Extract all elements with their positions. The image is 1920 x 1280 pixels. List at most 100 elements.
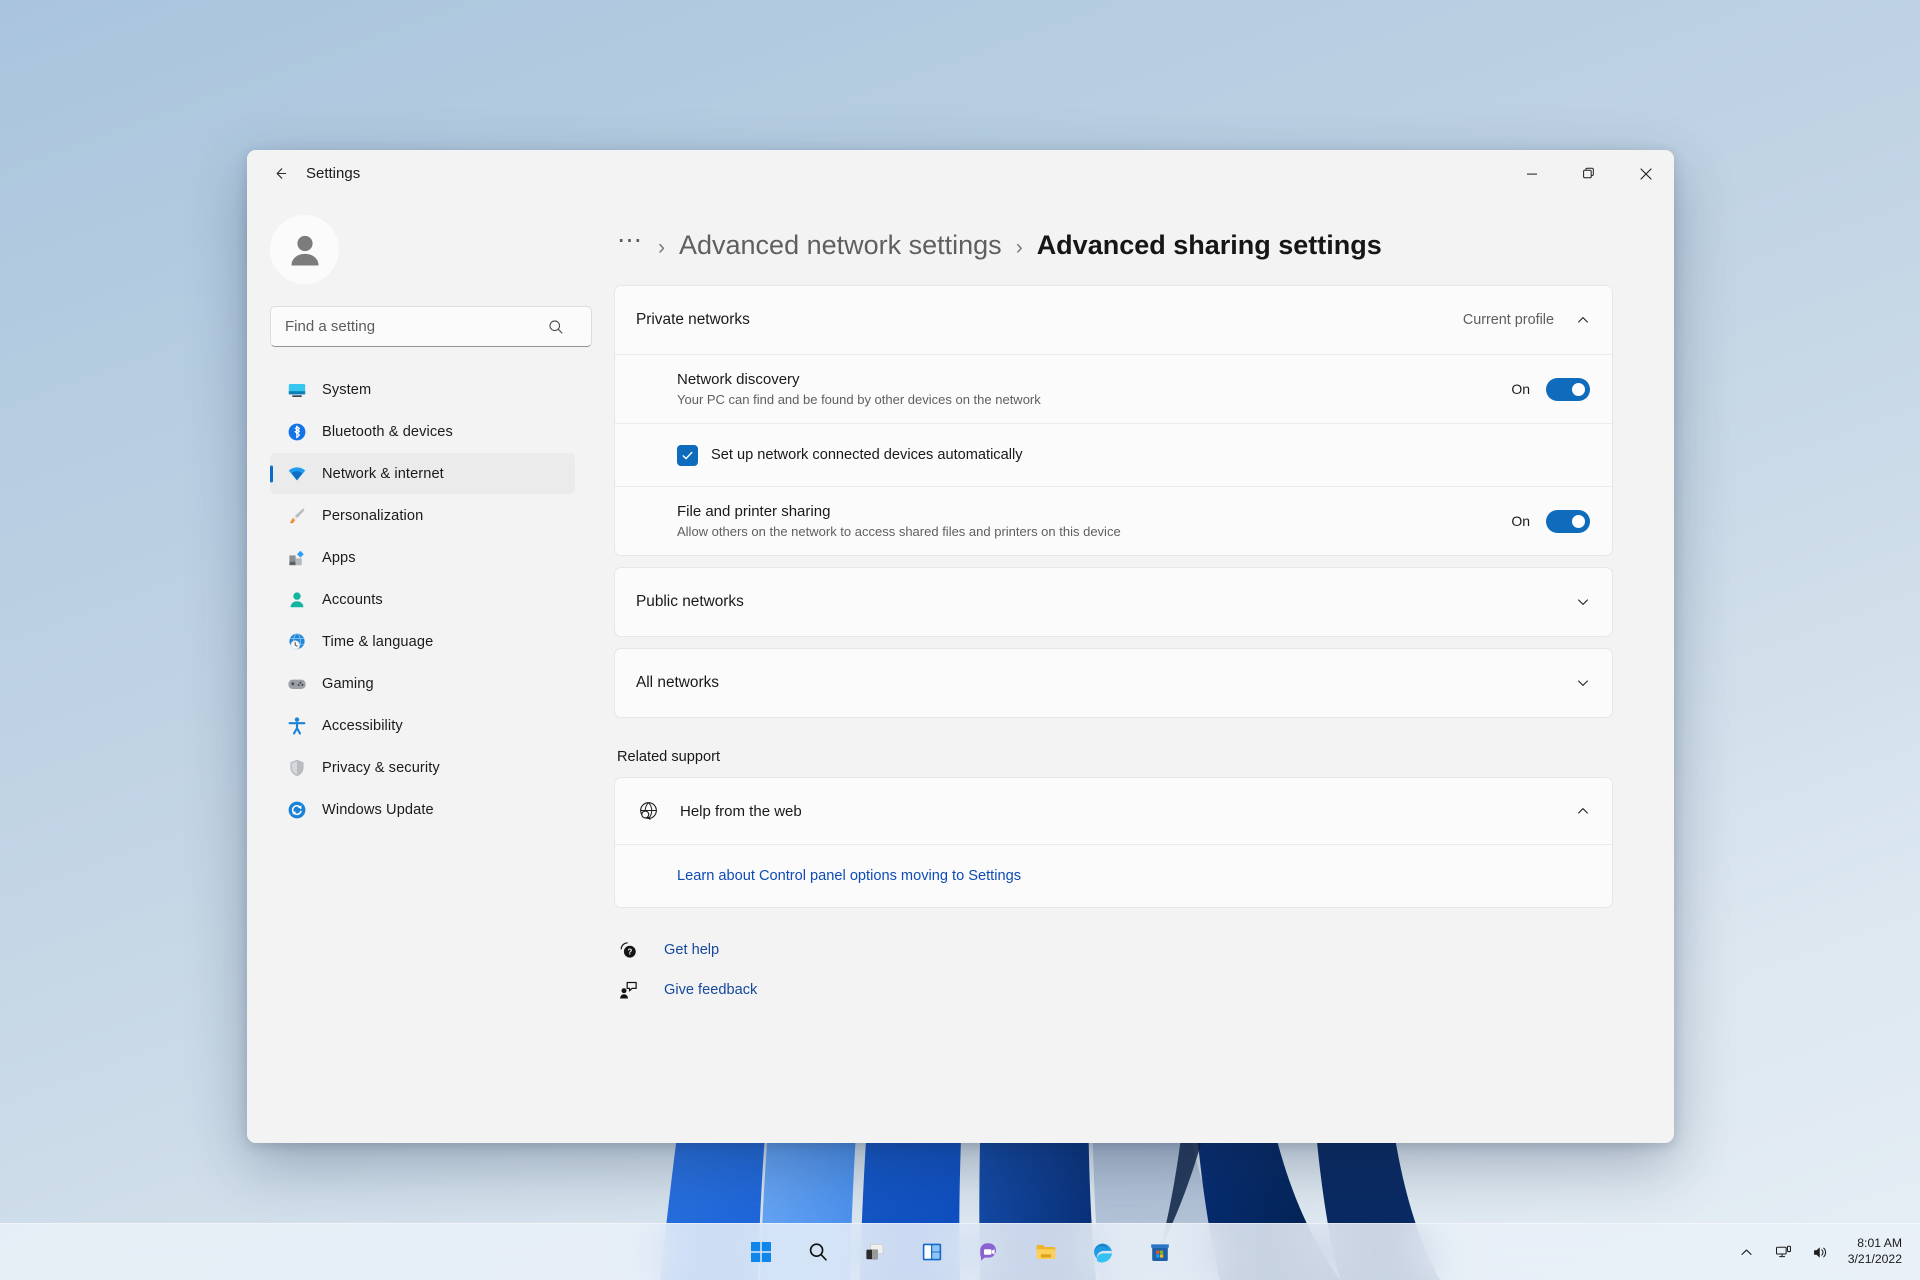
file-printer-sharing-row[interactable]: File and printer sharing Allow others on…: [615, 487, 1612, 555]
maximize-button[interactable]: [1560, 150, 1617, 197]
clock-time: 8:01 AM: [1857, 1236, 1902, 1251]
sidebar-item-gaming[interactable]: Gaming: [270, 663, 575, 704]
private-networks-card: Private networks Current profile Network…: [614, 285, 1613, 556]
chevron-up-icon[interactable]: [1576, 804, 1590, 818]
sidebar-item-windows-update[interactable]: Windows Update: [270, 789, 575, 830]
wifi-icon: [286, 463, 307, 484]
chevron-up-icon[interactable]: [1735, 1240, 1759, 1264]
toggle-state-label: On: [1511, 513, 1530, 529]
start-icon[interactable]: [740, 1232, 781, 1273]
help-from-web-title: Help from the web: [680, 802, 802, 820]
network-discovery-row[interactable]: Network discovery Your PC can find and b…: [615, 355, 1612, 423]
taskbar: 8:01 AM 3/21/2022: [0, 1223, 1920, 1280]
window-title: Settings: [306, 165, 361, 182]
public-networks-card[interactable]: Public networks: [614, 567, 1613, 637]
help-from-web-row[interactable]: Help from the web: [615, 778, 1612, 844]
clock[interactable]: 8:01 AM 3/21/2022: [1846, 1236, 1908, 1267]
sidebar-item-time-language[interactable]: Time & language: [270, 621, 575, 662]
sidebar-item-apps[interactable]: Apps: [270, 537, 575, 578]
task-view-icon[interactable]: [854, 1232, 895, 1273]
current-profile-label: Current profile: [1462, 312, 1554, 328]
auto-setup-devices-row[interactable]: Set up network connected devices automat…: [615, 424, 1612, 486]
toggle-state-label: On: [1511, 381, 1530, 397]
sidebar-item-label: Apps: [322, 549, 356, 566]
gamepad-icon: [286, 673, 307, 694]
minimize-icon: [1526, 173, 1537, 175]
public-networks-header[interactable]: Public networks: [615, 568, 1612, 636]
file-explorer-icon[interactable]: [1025, 1232, 1066, 1273]
taskbar-center-icons: [740, 1232, 1180, 1273]
private-networks-header[interactable]: Private networks Current profile: [615, 286, 1612, 354]
all-networks-card[interactable]: All networks: [614, 648, 1613, 718]
chat-teams-icon[interactable]: [968, 1232, 1009, 1273]
sidebar-item-accessibility[interactable]: Accessibility: [270, 705, 575, 746]
sidebar-item-accounts[interactable]: Accounts: [270, 579, 575, 620]
setting-subtitle: Allow others on the network to access sh…: [677, 524, 1121, 539]
file-printer-sharing-toggle[interactable]: [1546, 509, 1590, 533]
get-help-link[interactable]: Get help: [664, 942, 719, 958]
search-box[interactable]: [270, 306, 592, 347]
auto-setup-devices-checkbox[interactable]: [677, 444, 698, 466]
widgets-icon[interactable]: [911, 1232, 952, 1273]
sidebar-item-personalization[interactable]: Personalization: [270, 495, 575, 536]
breadcrumb-item-advanced-network-settings[interactable]: Advanced network settings: [679, 230, 1002, 261]
minimize-button[interactable]: [1503, 150, 1560, 197]
network-discovery-toggle[interactable]: [1546, 377, 1590, 401]
chevron-up-icon[interactable]: [1576, 313, 1590, 327]
chevron-down-icon[interactable]: [1576, 595, 1590, 609]
checkmark-icon: [682, 451, 693, 459]
close-icon: [1639, 167, 1652, 180]
breadcrumb-separator: ›: [658, 236, 665, 259]
control-panel-options-link[interactable]: Learn about Control panel options moving…: [677, 868, 1021, 884]
window-controls: [1503, 150, 1674, 197]
all-networks-header[interactable]: All networks: [615, 649, 1612, 717]
sidebar-item-label: Personalization: [322, 507, 424, 524]
avatar[interactable]: [270, 215, 339, 284]
sidebar-item-label: Privacy & security: [322, 759, 440, 776]
arrow-left-icon: [276, 168, 286, 179]
sidebar-nav: System Bluetooth & devices Network & int…: [264, 369, 575, 830]
give-feedback-link[interactable]: Give feedback: [664, 982, 757, 998]
sidebar-item-label: Time & language: [322, 633, 434, 650]
search-icon[interactable]: [548, 319, 564, 335]
setting-title: Network discovery: [677, 371, 800, 388]
search-input[interactable]: [270, 306, 592, 347]
account-block[interactable]: [264, 197, 575, 300]
close-button[interactable]: [1617, 150, 1674, 197]
chevron-down-icon[interactable]: [1576, 676, 1590, 690]
svg-text:?: ?: [627, 947, 632, 956]
person-avatar-icon: [291, 235, 318, 265]
give-feedback-row[interactable]: Give feedback: [617, 979, 1613, 1001]
breadcrumb: ⋯ › Advanced network settings › Advanced…: [614, 197, 1613, 285]
search-icon[interactable]: [797, 1232, 838, 1273]
sidebar-item-network-internet[interactable]: Network & internet: [270, 453, 575, 494]
toggle-knob: [1572, 514, 1585, 528]
sidebar-item-label: Windows Update: [322, 801, 434, 818]
system-monitor-icon: [286, 379, 307, 400]
footer-links: ? Get help Give feedback: [614, 908, 1613, 1001]
sidebar-item-label: Bluetooth & devices: [322, 423, 453, 440]
get-help-row[interactable]: ? Get help: [617, 939, 1613, 961]
settings-window: Settings Find a setting System Bluetooth…: [247, 150, 1674, 1143]
sidebar-item-system[interactable]: System: [270, 369, 575, 410]
breadcrumb-overflow-button[interactable]: ⋯: [617, 228, 644, 253]
edge-icon[interactable]: [1082, 1232, 1123, 1273]
sidebar-item-label: Network & internet: [322, 465, 444, 482]
related-support-heading: Related support: [617, 749, 721, 765]
back-button[interactable]: [260, 158, 300, 190]
get-help-icon: ?: [617, 939, 639, 961]
help-link-row: Learn about Control panel options moving…: [615, 845, 1612, 907]
maximize-icon: [1583, 167, 1594, 179]
sidebar-item-privacy-security[interactable]: Privacy & security: [270, 747, 575, 788]
network-icon[interactable]: [1772, 1240, 1796, 1264]
microsoft-store-icon[interactable]: [1139, 1232, 1180, 1273]
sidebar-item-label: System: [322, 381, 372, 398]
sidebar-item-label: Accessibility: [322, 717, 403, 734]
sidebar-item-bluetooth-devices[interactable]: Bluetooth & devices: [270, 411, 575, 452]
toggle-knob: [1572, 382, 1585, 396]
clock-date: 3/21/2022: [1847, 1252, 1902, 1266]
volume-icon[interactable]: [1809, 1240, 1833, 1264]
apps-blocks-icon: [286, 547, 307, 568]
sidebar-item-label: Gaming: [322, 675, 374, 692]
setting-title: File and printer sharing: [677, 503, 831, 520]
